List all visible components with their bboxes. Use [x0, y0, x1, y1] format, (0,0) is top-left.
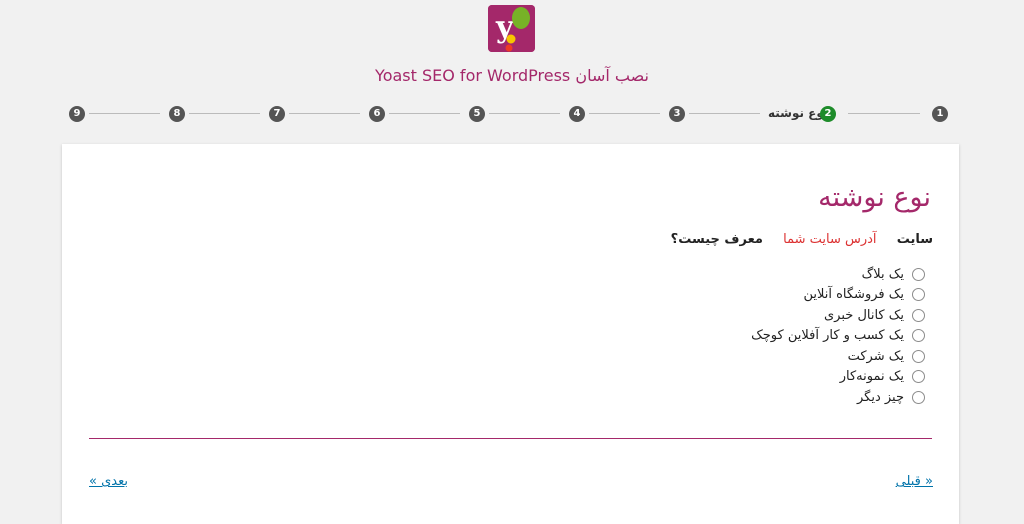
wizard-card: نوع نوشته سایت آدرس سایت شما معرف چیست؟ …: [62, 144, 959, 524]
radio-button[interactable]: [912, 288, 925, 302]
yoast-logo: y: [488, 5, 535, 52]
step-9[interactable]: 9: [69, 106, 85, 122]
radio-button[interactable]: [912, 308, 925, 322]
site-type-options: یک بلاگ یک فروشگاه آنلاین یک کانال خبری …: [751, 264, 925, 408]
step-3[interactable]: 3: [669, 106, 685, 122]
intro-site: سایت: [896, 232, 933, 247]
step-connector: [489, 113, 560, 114]
option-blog[interactable]: یک بلاگ: [751, 264, 925, 285]
step-connector: [689, 113, 760, 114]
option-label: یک کانال خبری: [824, 307, 904, 323]
section-heading: نوع نوشته: [818, 182, 931, 213]
step-connector: [189, 113, 260, 114]
step-connector: [289, 113, 360, 114]
step-connector: [589, 113, 660, 114]
step-connector: [848, 113, 920, 114]
previous-button[interactable]: « قبلی: [896, 474, 933, 489]
radio-button[interactable]: [912, 267, 925, 281]
option-label: یک نمونه‌کار: [839, 369, 904, 385]
option-label: یک کسب و کار آفلاین کوچک: [751, 328, 904, 344]
option-online-shop[interactable]: یک فروشگاه آنلاین: [751, 285, 925, 306]
option-label: یک بلاگ: [861, 266, 904, 282]
option-label: یک شرکت: [847, 348, 904, 364]
option-company[interactable]: یک شرکت: [751, 346, 925, 367]
step-1[interactable]: 1: [932, 106, 948, 122]
step-connector: [89, 113, 160, 114]
divider: [89, 438, 932, 439]
next-button[interactable]: بعدی »: [89, 474, 128, 489]
progress-stepper: 9 8 7 6 5 4 3 نوع نوشته 2 1: [0, 104, 1024, 124]
option-news-channel[interactable]: یک کانال خبری: [751, 305, 925, 326]
radio-button[interactable]: [912, 370, 925, 384]
step-8[interactable]: 8: [169, 106, 185, 122]
option-something-else[interactable]: چیز دیگر: [751, 387, 925, 408]
option-small-offline-business[interactable]: یک کسب و کار آفلاین کوچک: [751, 326, 925, 347]
step-4[interactable]: 4: [569, 106, 585, 122]
step-7[interactable]: 7: [269, 106, 285, 122]
intro-question: معرف چیست؟: [670, 232, 763, 247]
step-5[interactable]: 5: [469, 106, 485, 122]
option-label: چیز دیگر: [856, 389, 904, 405]
step-2-active[interactable]: 2: [820, 106, 836, 122]
intro-site-url: آدرس سایت شما: [783, 232, 877, 247]
radio-button[interactable]: [912, 329, 925, 343]
intro-text: سایت آدرس سایت شما معرف چیست؟: [671, 232, 933, 247]
option-portfolio[interactable]: یک نمونه‌کار: [751, 367, 925, 388]
step-connector: [389, 113, 460, 114]
step-6[interactable]: 6: [369, 106, 385, 122]
option-label: یک فروشگاه آنلاین: [803, 287, 904, 303]
radio-button[interactable]: [912, 390, 925, 404]
page-title: Yoast SEO for WordPress نصب آسان: [375, 66, 649, 85]
yoast-logo-icon: y: [488, 5, 535, 52]
radio-button[interactable]: [912, 349, 925, 363]
